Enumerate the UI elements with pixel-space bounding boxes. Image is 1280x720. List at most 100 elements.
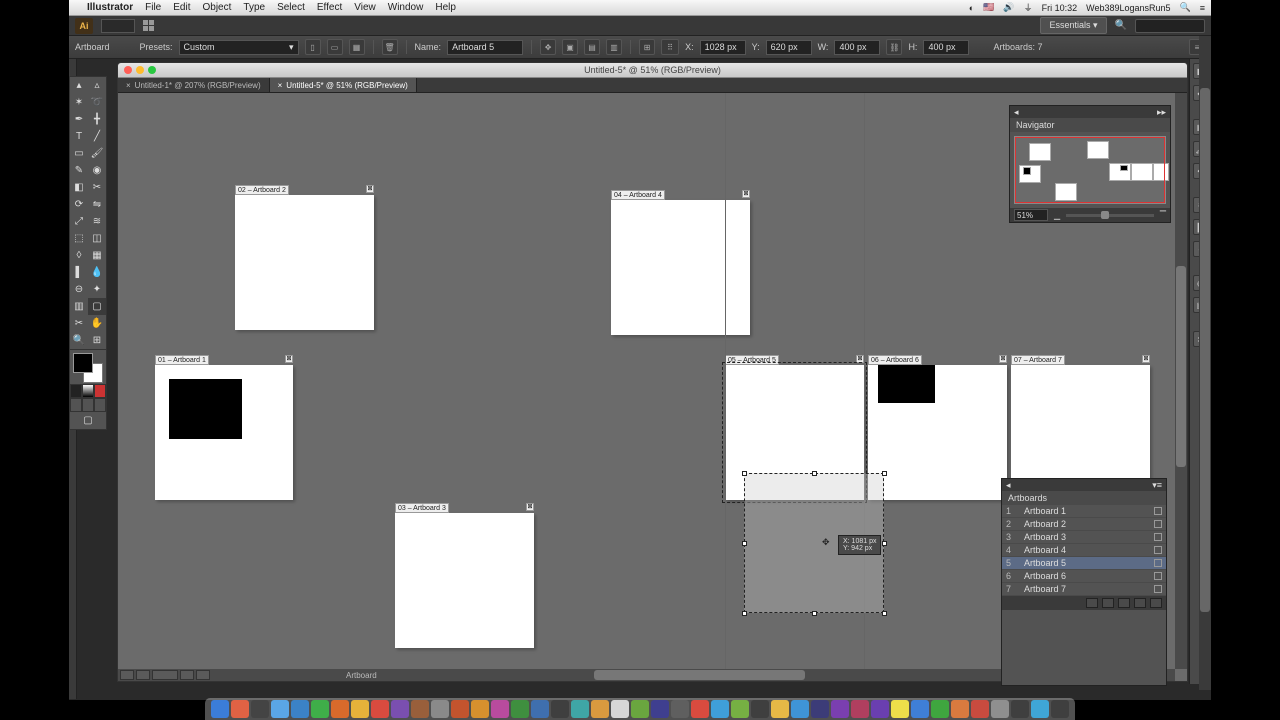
artboard-list-row[interactable]: 7Artboard 7 <box>1002 583 1166 596</box>
dock-app-icon[interactable] <box>751 700 769 718</box>
y-input[interactable] <box>766 40 812 55</box>
nav-up-button[interactable] <box>1102 598 1114 608</box>
menu-edit[interactable]: Edit <box>173 2 190 13</box>
app-name[interactable]: Illustrator <box>87 2 133 13</box>
zoom-out-icon[interactable]: ▁ <box>1054 211 1060 220</box>
artboard-options-icon[interactable] <box>1154 507 1162 515</box>
dock-app-icon[interactable] <box>291 700 309 718</box>
opt-a-button[interactable]: ▣ <box>562 39 578 55</box>
dock-app-icon[interactable] <box>571 700 589 718</box>
menu-help[interactable]: Help <box>435 2 456 13</box>
resize-handle[interactable] <box>742 611 747 616</box>
artboard[interactable]: 01 – Artboard 1⊠ <box>155 365 293 500</box>
dock-app-icon[interactable] <box>611 700 629 718</box>
dock-app-icon[interactable] <box>691 700 709 718</box>
resize-handle[interactable] <box>882 611 887 616</box>
artboard-tool[interactable]: ▢ <box>88 298 106 315</box>
rearrange-artboards-button[interactable] <box>1086 598 1098 608</box>
artboard-nav-field[interactable] <box>152 670 178 680</box>
x-input[interactable] <box>700 40 746 55</box>
black-rectangle[interactable] <box>169 379 242 439</box>
black-rectangle[interactable] <box>878 365 935 403</box>
close-tab-icon[interactable]: × <box>278 81 283 90</box>
artboard-close-icon[interactable]: ⊠ <box>526 503 534 511</box>
draw-normal-icon[interactable] <box>70 398 82 412</box>
dock-app-icon[interactable] <box>951 700 969 718</box>
artboards-tab[interactable]: Artboards <box>1002 491 1053 505</box>
dock-app-icon[interactable] <box>491 700 509 718</box>
scissors-tool[interactable]: ✂ <box>88 179 106 196</box>
dock-app-icon[interactable] <box>851 700 869 718</box>
nav-down-button[interactable] <box>1118 598 1130 608</box>
dock-app-icon[interactable] <box>791 700 809 718</box>
mac-dock[interactable] <box>205 698 1075 720</box>
magic-wand-tool[interactable]: ✶ <box>70 94 88 111</box>
artboard[interactable]: 03 – Artboard 3⊠ <box>395 513 534 648</box>
dock-app-icon[interactable] <box>391 700 409 718</box>
mac-menu-bar[interactable]: Illustrator File Edit Object Type Select… <box>69 0 1211 16</box>
dock-app-icon[interactable] <box>711 700 729 718</box>
slice-tool[interactable]: ✂ <box>70 315 88 332</box>
dock-app-icon[interactable] <box>1031 700 1049 718</box>
blend-tool[interactable]: ⊖ <box>70 281 88 298</box>
panel-expand-icon[interactable]: ▸▸ <box>1157 107 1166 118</box>
dock-app-icon[interactable] <box>771 700 789 718</box>
status-time[interactable]: Fri 10:32 <box>1042 3 1078 13</box>
shape-builder-tool[interactable]: ◫ <box>88 230 106 247</box>
dock-app-icon[interactable] <box>411 700 429 718</box>
app-right-scrollbar[interactable] <box>1199 36 1211 690</box>
close-tab-icon[interactable]: × <box>126 81 131 90</box>
dock-app-icon[interactable] <box>871 700 889 718</box>
artboard-list-row[interactable]: 3Artboard 3 <box>1002 531 1166 544</box>
rotate-tool[interactable]: ⟳ <box>70 196 88 213</box>
width-tool[interactable]: ≋ <box>88 213 106 230</box>
dock-app-icon[interactable] <box>671 700 689 718</box>
artboard[interactable]: 06 – Artboard 6⊠ <box>868 365 1007 500</box>
type-tool[interactable]: T <box>70 128 88 145</box>
dock-app-icon[interactable] <box>1051 700 1069 718</box>
status-sync-icon[interactable]: ◐ <box>969 3 974 13</box>
menu-window[interactable]: Window <box>388 2 424 13</box>
vertical-scrollbar[interactable] <box>1175 93 1187 669</box>
mesh-tool[interactable]: ▦ <box>88 247 106 264</box>
h-input[interactable] <box>923 40 969 55</box>
bridge-dropdown[interactable] <box>101 19 135 33</box>
add-anchor-tool[interactable]: ╋ <box>88 111 106 128</box>
dock-app-icon[interactable] <box>811 700 829 718</box>
w-input[interactable] <box>834 40 880 55</box>
status-user[interactable]: Web389LogansRun5 <box>1086 3 1170 13</box>
link-wh-button[interactable]: ⛓ <box>886 39 902 55</box>
color-mode-icon[interactable] <box>70 384 82 398</box>
rectangle-tool[interactable]: ▭ <box>70 145 88 162</box>
opt-b-button[interactable]: ▤ <box>584 39 600 55</box>
search-icon[interactable]: 🔍 <box>1115 20 1127 31</box>
draw-inside-icon[interactable] <box>94 398 106 412</box>
dock-app-icon[interactable] <box>531 700 549 718</box>
eraser-tool[interactable]: ◧ <box>70 179 88 196</box>
dock-app-icon[interactable] <box>351 700 369 718</box>
dock-app-icon[interactable] <box>251 700 269 718</box>
gradient-mode-icon[interactable] <box>82 384 94 398</box>
reflect-tool[interactable]: ⇋ <box>88 196 106 213</box>
dock-app-icon[interactable] <box>1011 700 1029 718</box>
new-artboard-button[interactable] <box>1134 598 1146 608</box>
scale-tool[interactable]: ⤢ <box>70 213 88 230</box>
gradient-tool[interactable]: ▌ <box>70 264 88 281</box>
artboard-list-row[interactable]: 4Artboard 4 <box>1002 544 1166 557</box>
artboard-list-row[interactable]: 1Artboard 1 <box>1002 505 1166 518</box>
status-wifi-icon[interactable]: ⏚ <box>1024 1 1033 14</box>
eyedropper-tool[interactable]: 💧 <box>88 264 106 281</box>
none-mode-icon[interactable] <box>94 384 106 398</box>
artboard[interactable]: 04 – Artboard 4⊠ <box>611 200 750 335</box>
ai-logo-icon[interactable]: Ai <box>75 18 93 34</box>
panel-menu-icon[interactable]: ▾≡ <box>1152 480 1162 491</box>
orient-landscape-button[interactable]: ▭ <box>327 39 343 55</box>
pencil-tool[interactable]: ✎ <box>70 162 88 179</box>
graph-tool[interactable]: ▥ <box>70 298 88 315</box>
dock-app-icon[interactable] <box>311 700 329 718</box>
artboard-list-row[interactable]: 5Artboard 5 <box>1002 557 1166 570</box>
document-tab[interactable]: ×Untitled-5* @ 51% (RGB/Preview) <box>270 78 417 92</box>
delete-artboard-button[interactable]: 🗑 <box>382 39 398 55</box>
dock-app-icon[interactable] <box>211 700 229 718</box>
artboard-close-icon[interactable]: ⊠ <box>999 355 1007 363</box>
